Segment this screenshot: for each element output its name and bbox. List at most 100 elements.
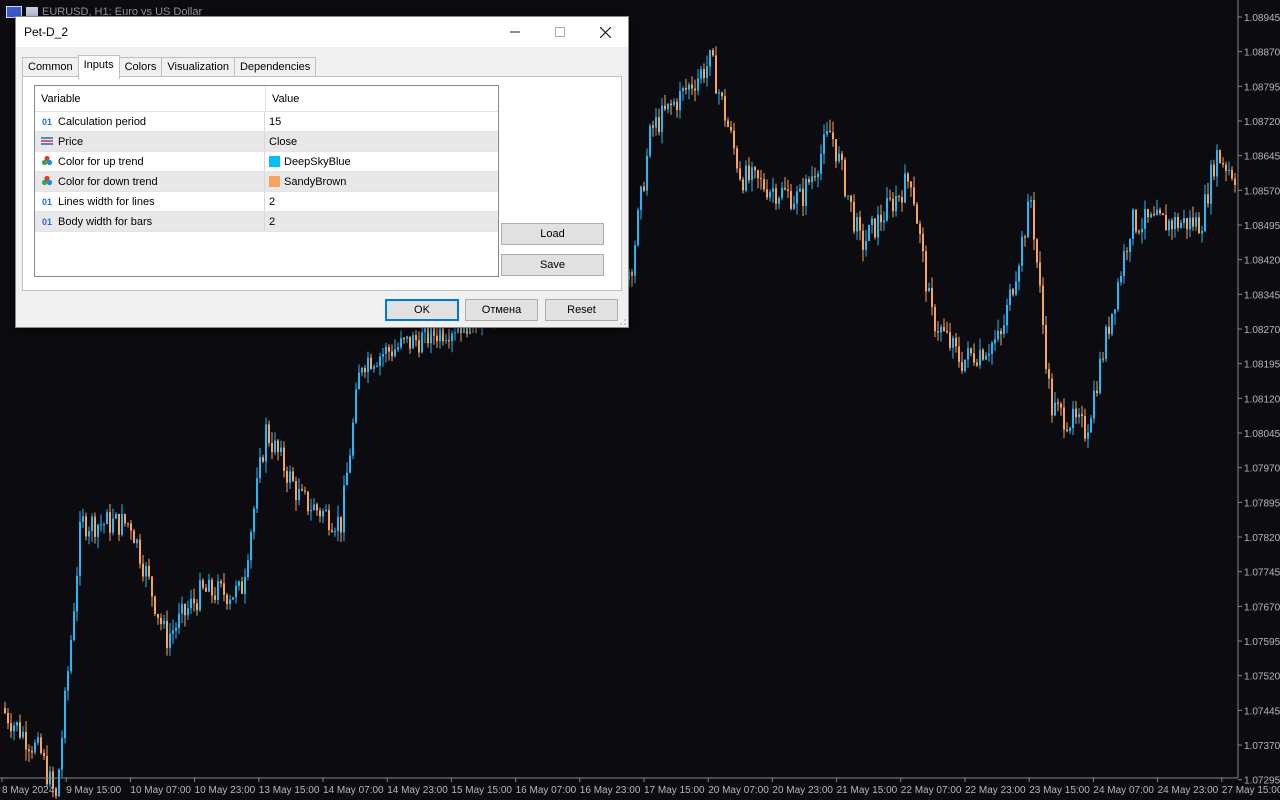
price-icon <box>40 136 54 148</box>
candle-body <box>127 523 129 525</box>
candle-body <box>175 627 177 631</box>
candle-body <box>313 504 315 511</box>
candle-body <box>361 368 363 373</box>
candle-body <box>673 101 675 105</box>
candle-body <box>448 340 450 342</box>
candle-body <box>1003 325 1005 335</box>
tab-colors[interactable]: Colors <box>118 57 163 78</box>
candle-body <box>25 731 27 750</box>
dialog-titlebar[interactable]: Pet-D_2 <box>16 17 628 47</box>
candle-body <box>121 514 123 535</box>
price-label: 1.07970 <box>1244 464 1280 475</box>
candle-body <box>193 598 195 604</box>
candle-body <box>1018 265 1020 282</box>
value-cell[interactable]: 2 <box>265 192 275 211</box>
candle-body <box>691 84 693 89</box>
candle-body <box>1120 275 1122 283</box>
value-cell[interactable]: Close <box>265 132 297 151</box>
candle-body <box>268 424 270 443</box>
candle-body <box>445 340 447 342</box>
candle-body <box>334 531 336 533</box>
maximize-button[interactable] <box>537 17 583 47</box>
time-label: 20 May 23:00 <box>772 785 833 796</box>
color-swatch[interactable] <box>269 176 280 187</box>
table-row[interactable]: 01 Calculation period 15 <box>35 112 498 132</box>
column-header-variable[interactable]: Variable <box>35 86 266 111</box>
candle-body <box>118 514 120 535</box>
table-row[interactable]: Color for down trend SandyBrown <box>35 172 498 192</box>
candle-body <box>4 708 6 713</box>
dialog-tabs: Common Inputs Colors Visualization Depen… <box>22 55 317 79</box>
candle-body <box>778 198 780 204</box>
candle-body <box>952 337 954 348</box>
candle-body <box>1177 216 1179 229</box>
color-swatch[interactable] <box>269 156 280 167</box>
candle-body <box>421 332 423 353</box>
candle-body <box>415 335 417 341</box>
cancel-button[interactable]: Отмена <box>465 299 538 321</box>
close-button[interactable] <box>582 17 628 47</box>
candle-body <box>7 712 9 724</box>
candle-body <box>79 521 81 576</box>
inputs-table: Variable Value 01 Calculation period 15 Pri… <box>34 85 499 277</box>
tab-common[interactable]: Common <box>22 57 79 78</box>
value-cell[interactable]: 2 <box>265 212 275 231</box>
candle-body <box>211 579 213 596</box>
candle-body <box>820 153 822 174</box>
candle-body <box>1006 304 1008 326</box>
save-button[interactable]: Save <box>501 254 604 276</box>
value-cell[interactable]: DeepSkyBlue <box>265 152 351 171</box>
candle-body <box>82 516 84 522</box>
candle-body <box>994 339 996 344</box>
reset-button[interactable]: Reset <box>545 299 618 321</box>
price-label: 1.08495 <box>1244 221 1280 232</box>
table-row[interactable]: 01 Body width for bars 2 <box>35 212 498 232</box>
candle-body <box>70 640 72 672</box>
column-header-value[interactable]: Value <box>266 86 299 111</box>
tab-visualization[interactable]: Visualization <box>161 57 235 78</box>
tab-dependencies[interactable]: Dependencies <box>233 57 317 78</box>
candle-body <box>157 613 159 618</box>
candle-body <box>796 191 798 204</box>
candle-body <box>412 335 414 349</box>
price-label: 1.08195 <box>1244 360 1280 371</box>
candle-body <box>790 191 792 209</box>
candle-body <box>247 560 249 577</box>
load-button[interactable]: Load <box>501 223 604 245</box>
candle-body <box>235 585 237 598</box>
table-row[interactable]: Price Close <box>35 132 498 152</box>
price-label: 1.07895 <box>1244 498 1280 509</box>
candle-body <box>979 349 981 366</box>
candle-body <box>958 346 960 363</box>
candle-body <box>226 594 228 605</box>
candle-body <box>40 737 42 754</box>
minimize-button[interactable] <box>492 17 538 47</box>
candle-body <box>1174 216 1176 230</box>
indicator-properties-dialog: Pet-D_2 Common Inputs Colors Visualizati… <box>15 16 629 328</box>
value-cell[interactable]: 15 <box>265 112 281 131</box>
candle-body <box>439 328 441 342</box>
candle-body <box>88 531 90 537</box>
table-row[interactable]: Color for up trend DeepSkyBlue <box>35 152 498 172</box>
candle-body <box>1027 201 1029 238</box>
candle-body <box>886 198 888 221</box>
candle-body <box>832 132 834 140</box>
value-text: DeepSkyBlue <box>284 155 351 168</box>
ok-button[interactable]: OK <box>385 299 459 321</box>
candle-body <box>1108 326 1110 335</box>
candle-body <box>364 368 366 373</box>
candle-body <box>1180 223 1182 229</box>
resize-grip-icon[interactable] <box>619 318 627 326</box>
candle-body <box>1129 238 1131 252</box>
candle-body <box>28 749 30 751</box>
tab-inputs[interactable]: Inputs <box>77 55 120 79</box>
candle-body <box>856 217 858 232</box>
table-row[interactable]: 01 Lines width for lines 2 <box>35 192 498 212</box>
price-label: 1.08945 <box>1244 13 1280 24</box>
price-label: 1.08345 <box>1244 290 1280 301</box>
candle-body <box>1045 324 1047 370</box>
value-cell[interactable]: SandyBrown <box>265 172 346 191</box>
candle-body <box>217 581 219 600</box>
candle-body <box>793 203 795 209</box>
candle-body <box>349 455 351 473</box>
